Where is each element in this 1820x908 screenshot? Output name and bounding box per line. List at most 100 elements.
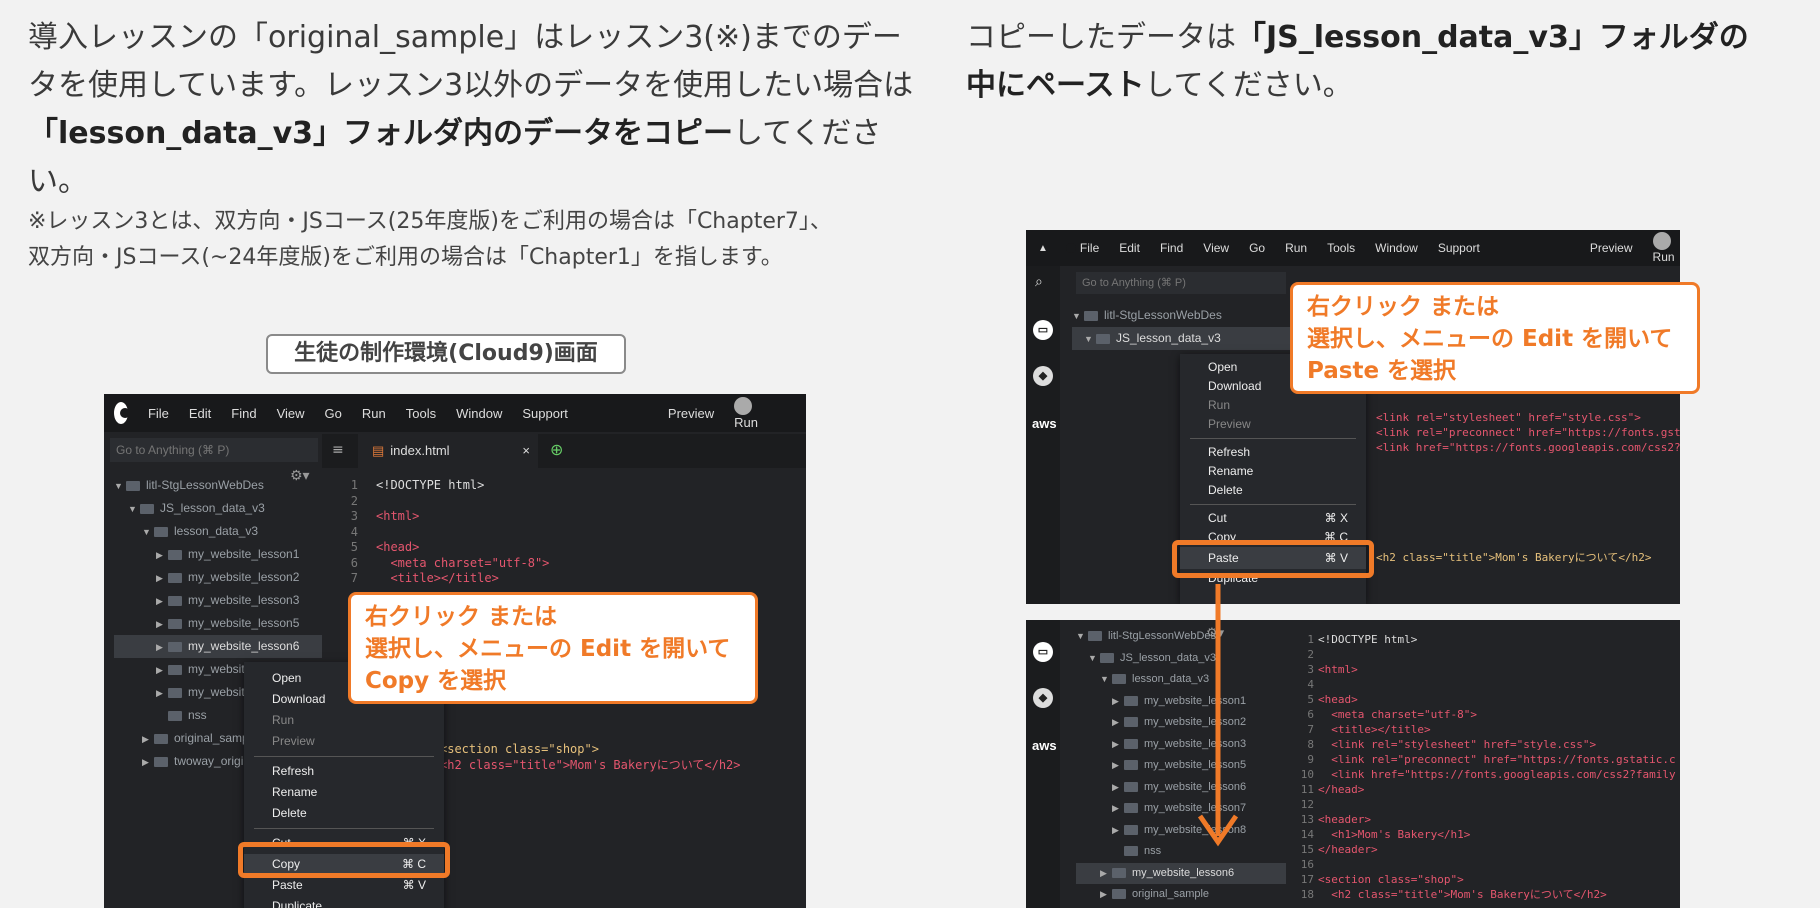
code-editor[interactable]: <!DOCTYPE html> <html> <head> <meta char… [1318,632,1676,902]
side-rail [1026,266,1060,604]
ctx-preview[interactable]: Preview [1180,415,1366,434]
run-button[interactable]: Run [1652,232,1680,264]
add-tab-icon[interactable]: ⊕ [550,440,563,459]
tab-index-html[interactable]: ▤ index.html × [358,434,538,468]
close-tab-icon[interactable]: × [522,434,530,468]
tree-js-lesson-data[interactable]: ▼ JS_lesson_data_v3 [1076,648,1286,670]
ctx-divider [254,828,434,829]
tree-js-lesson-data-selected[interactable]: ▼ JS_lesson_data_v3 [1072,327,1302,350]
tree-lesson1[interactable]: ▶ my_website_lesson1 [1076,691,1286,713]
folder-icon[interactable]: ▭ [1033,642,1053,662]
menu-view[interactable]: View [1203,241,1229,255]
folder-icon [168,687,182,698]
tree-root[interactable]: ▼ litl-StgLessonWebDes [1076,626,1286,648]
ctx-divider [1190,438,1356,439]
paste-bold-2: 中にペースト [966,68,1145,103]
aws-icon[interactable]: aws [1032,738,1057,753]
menu-find[interactable]: Find [231,406,256,421]
tree-lesson2[interactable]: ▶ my_website_lesson2 [1076,712,1286,734]
tree-lesson3[interactable]: ▶ my_website_lesson3 [1076,734,1286,756]
ctx-preview[interactable]: Preview [244,731,444,752]
git-icon[interactable]: ◆ [1033,688,1053,708]
folder-icon [1124,695,1138,706]
menu-support[interactable]: Support [1438,241,1480,255]
ctx-duplicate[interactable]: Duplicate [244,896,444,908]
run-button[interactable]: Run [734,396,786,430]
preview-button[interactable]: Preview [668,406,714,421]
ctx-delete[interactable]: Delete [244,803,444,824]
menu-tools[interactable]: Tools [1327,241,1355,255]
tree-lesson5[interactable]: ▶ my_website_lesson5 [1076,755,1286,777]
ctx-rename[interactable]: Rename [244,782,444,803]
tree-original-sample[interactable]: ▶ original_sample [1076,884,1286,906]
tree-nss[interactable]: nss [1076,841,1286,863]
cloud9-logo-icon [114,402,130,424]
menu-bar: ▲ File Edit Find View Go Run Tools Windo… [1026,230,1680,266]
ctx-run[interactable]: Run [1180,396,1366,415]
ctx-refresh[interactable]: Refresh [1180,443,1366,462]
aws-icon[interactable]: aws [1032,416,1057,431]
ctx-delete[interactable]: Delete [1180,481,1366,500]
folder-icon [1124,760,1138,771]
menu-support[interactable]: Support [522,406,568,421]
ctx-rename[interactable]: Rename [1180,462,1366,481]
tree-lesson-data[interactable]: ▼ lesson_data_v3 [1076,669,1286,691]
tree-lesson8[interactable]: ▶my_website_lesson8 [1076,820,1286,842]
menu-run[interactable]: Run [362,406,386,421]
tree-root[interactable]: ▼ litl-StgLessonWebDes [1072,304,1302,327]
menu-toggle-icon[interactable]: ≡ [332,442,344,458]
folder-icon [168,549,182,560]
menu-find[interactable]: Find [1160,241,1183,255]
folder-icon [1112,889,1126,900]
down-arrow [1197,584,1239,847]
ctx-cut[interactable]: Cut ⌘ X [1180,509,1366,528]
tree-root[interactable]: ▼ litl-StgLessonWebDes [114,474,322,497]
tree-pasted-lesson6[interactable]: ▶ my_website_lesson6 [1076,862,1286,884]
menu-file[interactable]: File [1080,241,1099,255]
tree-lesson3[interactable]: ▶ my_website_lesson3 [114,589,322,612]
menu-window[interactable]: Window [1375,241,1418,255]
folder-icon[interactable]: ▭ [1033,320,1053,340]
search-icon[interactable]: ⌕ [1035,274,1043,290]
menu-tools[interactable]: Tools [406,406,436,421]
folder-icon [1124,803,1138,814]
screen-caption: 生徒の制作環境(Cloud9)画面 [266,334,626,374]
tree-lesson6-selected[interactable]: ▶ my_website_lesson6 [114,635,322,658]
menu-edit[interactable]: Edit [189,406,211,421]
ctx-refresh[interactable]: Refresh [244,761,444,782]
tree-lesson1[interactable]: ▶ my_website_lesson1 [114,543,322,566]
folder-icon [140,503,154,514]
menu-window[interactable]: Window [456,406,502,421]
menu-run[interactable]: Run [1285,241,1307,255]
folder-icon [1100,652,1114,663]
menu-edit[interactable]: Edit [1119,241,1140,255]
menu-view[interactable]: View [277,406,305,421]
menu-go[interactable]: Go [325,406,342,421]
goto-anything-input[interactable] [110,438,318,462]
intro-bold: 「lesson_data_v3」フォルダ内のデータをコピー [28,116,734,151]
folder-icon [168,664,182,675]
tab-label: index.html [390,443,450,458]
ctx-paste[interactable]: Paste ⌘ V [244,875,444,896]
intro-note: ※レッスン3とは、双方向・JSコース(25年度版)をご利用の場合は「Chapte… [28,204,948,276]
menu-go[interactable]: Go [1249,241,1265,255]
ctx-run[interactable]: Run [244,710,444,731]
paste-bold-1: 「JS_lesson_data_v3」フォルダの [1236,20,1749,55]
tree-lesson5[interactable]: ▶ my_website_lesson5 [114,612,322,635]
folder-icon [1124,846,1138,857]
code-editor[interactable]: <!DOCTYPE html> <html> <head> <meta char… [376,478,549,587]
tree-lesson-data[interactable]: ▼ lesson_data_v3 [114,520,322,543]
menu-file[interactable]: File [148,406,169,421]
copy-highlight [238,842,450,878]
folder-icon [1096,333,1110,344]
folder-icon [168,710,182,721]
tree-lesson6[interactable]: ▶ my_website_lesson6 [1076,777,1286,799]
tree-js-lesson-data[interactable]: ▼ JS_lesson_data_v3 [114,497,322,520]
goto-anything-input[interactable] [1076,272,1286,294]
collapse-icon[interactable]: ▲ [1038,243,1048,254]
tree-lesson7[interactable]: ▶my_website_lesson7 [1076,798,1286,820]
git-icon[interactable]: ◆ [1033,366,1053,386]
preview-button[interactable]: Preview [1590,241,1633,255]
tree-lesson2[interactable]: ▶ my_website_lesson2 [114,566,322,589]
file-tree: ▼ litl-StgLessonWebDes ▼ JS_lesson_data_v3 [1072,304,1302,350]
